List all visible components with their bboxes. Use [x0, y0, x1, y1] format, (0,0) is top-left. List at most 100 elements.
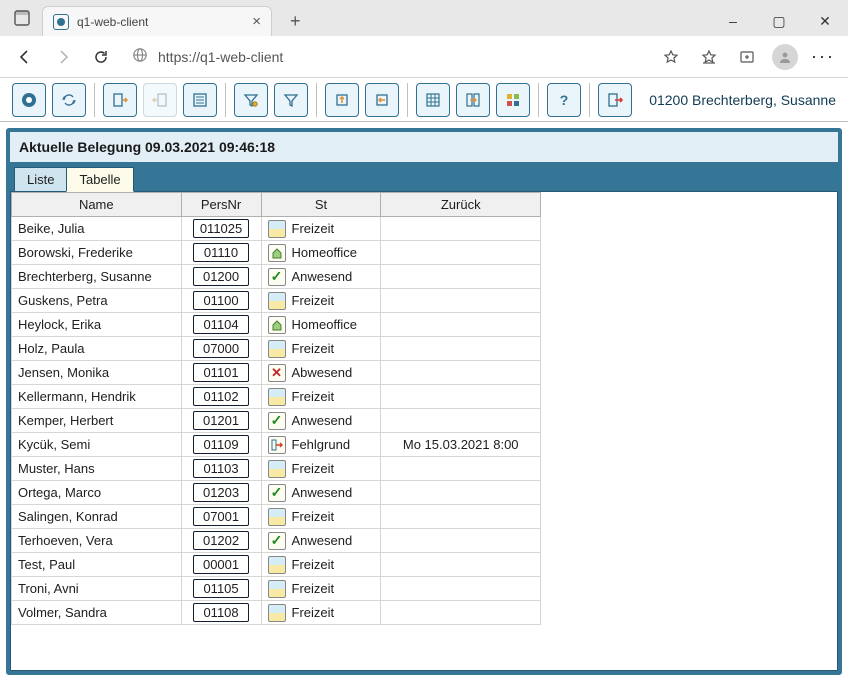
toolbar-left-button[interactable] [365, 83, 399, 117]
tab-close-icon[interactable]: × [252, 13, 261, 30]
status-label: Freizeit [292, 581, 335, 596]
status-label: Freizeit [292, 293, 335, 308]
toolbar-filter-settings-button[interactable] [234, 83, 268, 117]
tab-new-button[interactable]: + [282, 7, 309, 36]
persnr-box[interactable]: 01203 [193, 483, 249, 502]
table-row[interactable]: Jensen, Monika01101✕Abwesend [12, 361, 541, 385]
favorite-star-icon[interactable] [654, 41, 688, 73]
cell-zuruck [381, 505, 541, 529]
globe-icon [132, 47, 148, 66]
tab-tabelle[interactable]: Tabelle [66, 167, 133, 192]
table-row[interactable]: Guskens, Petra01100Freizeit [12, 289, 541, 313]
col-header-name[interactable]: Name [12, 193, 182, 217]
occupancy-table: Name PersNr St Zurück Beike, Julia011025… [11, 192, 541, 625]
table-row[interactable]: Terhoeven, Vera 01202 ✓Anwesend [12, 529, 541, 553]
window-maximize-button[interactable]: ▢ [756, 6, 802, 36]
profile-button[interactable] [768, 41, 802, 73]
table-row[interactable]: Muster, Hans01103Freizeit [12, 457, 541, 481]
persnr-box[interactable]: 01109 [193, 435, 249, 454]
toolbar-list-button[interactable] [183, 83, 217, 117]
browser-tab[interactable]: q1-web-client × [42, 6, 272, 36]
persnr-box[interactable]: 07001 [193, 507, 249, 526]
cell-persnr: 01102 [181, 385, 261, 409]
persnr-box[interactable]: 01101 [193, 363, 249, 382]
table-row[interactable]: Troni, Avni01105Freizeit [12, 577, 541, 601]
toolbar-blocks-button[interactable] [496, 83, 530, 117]
status-label: Anwesend [292, 269, 353, 284]
cell-zuruck [381, 337, 541, 361]
persnr-box[interactable]: 01100 [193, 291, 249, 310]
nav-refresh-button[interactable] [84, 41, 118, 73]
cell-persnr: 01108 [181, 601, 261, 625]
persnr-box[interactable]: 01202 [193, 531, 249, 550]
cell-zuruck: Mo 15.03.2021 8:00 [381, 433, 541, 457]
cell-name: Volmer, Sandra [12, 601, 182, 625]
persnr-box[interactable]: 011025 [193, 219, 249, 238]
col-header-persnr[interactable]: PersNr [181, 193, 261, 217]
favorites-icon[interactable] [692, 41, 726, 73]
status-label: Freizeit [292, 389, 335, 404]
toolbar-refresh-button[interactable] [52, 83, 86, 117]
cell-status: ✓Anwesend [261, 481, 381, 505]
table-row[interactable]: Brechterberg, Susanne01200✓Anwesend [12, 265, 541, 289]
address-field[interactable]: https://q1-web-client [122, 42, 650, 72]
cell-persnr: 01202 [181, 529, 261, 553]
app-toolbar: ? 01200 Brechterberg, Susanne [0, 78, 848, 122]
toolbar-up-button[interactable] [325, 83, 359, 117]
persnr-box[interactable]: 01105 [193, 579, 249, 598]
col-header-st[interactable]: St [261, 193, 381, 217]
status-label: Freizeit [292, 557, 335, 572]
table-row[interactable]: Test, Paul00001Freizeit [12, 553, 541, 577]
persnr-box[interactable]: 01200 [193, 267, 249, 286]
window-close-button[interactable]: ✕ [802, 6, 848, 36]
persnr-box[interactable]: 07000 [193, 339, 249, 358]
toolbar-export-button[interactable] [103, 83, 137, 117]
toolbar-columns-button[interactable] [456, 83, 490, 117]
cell-persnr: 01203 [181, 481, 261, 505]
freizeit-icon [268, 580, 286, 598]
status-label: Freizeit [292, 221, 335, 236]
table-row[interactable]: Heylock, Erika01104Homeoffice [12, 313, 541, 337]
table-row[interactable]: Kemper, Herbert01201✓Anwesend [12, 409, 541, 433]
cell-name: Terhoeven, Vera [12, 529, 182, 553]
more-menu-button[interactable]: ··· [806, 41, 840, 73]
cell-name: Holz, Paula [12, 337, 182, 361]
freizeit-icon [268, 460, 286, 478]
cell-persnr: 011025 [181, 217, 261, 241]
toolbar-help-button[interactable]: ? [547, 83, 581, 117]
window-minimize-button[interactable]: – [710, 6, 756, 36]
cell-status: Homeoffice [261, 313, 381, 337]
table-row[interactable]: Volmer, Sandra01108Freizeit [12, 601, 541, 625]
toolbar-logo-button[interactable] [12, 83, 46, 117]
table-row[interactable]: Kycük, Semi01109FehlgrundMo 15.03.2021 8… [12, 433, 541, 457]
cell-status: ✓Anwesend [261, 529, 381, 553]
persnr-box[interactable]: 01102 [193, 387, 249, 406]
toolbar-filter-button[interactable] [274, 83, 308, 117]
toolbar-grid-button[interactable] [416, 83, 450, 117]
freizeit-icon [268, 388, 286, 406]
table-row[interactable]: Borowski, Frederike01110Homeoffice [12, 241, 541, 265]
persnr-box[interactable]: 01201 [193, 411, 249, 430]
persnr-box[interactable]: 01103 [193, 459, 249, 478]
table-row[interactable]: Ortega, Marco01203✓Anwesend [12, 481, 541, 505]
cell-name: Kycük, Semi [12, 433, 182, 457]
toolbar-exit-button[interactable] [598, 83, 632, 117]
persnr-box[interactable]: 01104 [193, 315, 249, 334]
col-header-zuruck[interactable]: Zurück [381, 193, 541, 217]
table-row[interactable]: Beike, Julia011025Freizeit [12, 217, 541, 241]
nav-back-button[interactable] [8, 41, 42, 73]
collections-icon[interactable] [730, 41, 764, 73]
table-row[interactable]: Salingen, Konrad07001Freizeit [12, 505, 541, 529]
tab-liste[interactable]: Liste [14, 167, 67, 192]
persnr-box[interactable]: 01110 [193, 243, 249, 262]
cell-persnr: 01103 [181, 457, 261, 481]
cell-persnr: 01100 [181, 289, 261, 313]
persnr-box[interactable]: 00001 [193, 555, 249, 574]
status-label: Anwesend [292, 533, 353, 548]
table-row[interactable]: Kellermann, Hendrik01102Freizeit [12, 385, 541, 409]
cell-status: Homeoffice [261, 241, 381, 265]
status-label: Homeoffice [292, 245, 358, 260]
status-label: Anwesend [292, 413, 353, 428]
table-row[interactable]: Holz, Paula07000Freizeit [12, 337, 541, 361]
persnr-box[interactable]: 01108 [193, 603, 249, 622]
